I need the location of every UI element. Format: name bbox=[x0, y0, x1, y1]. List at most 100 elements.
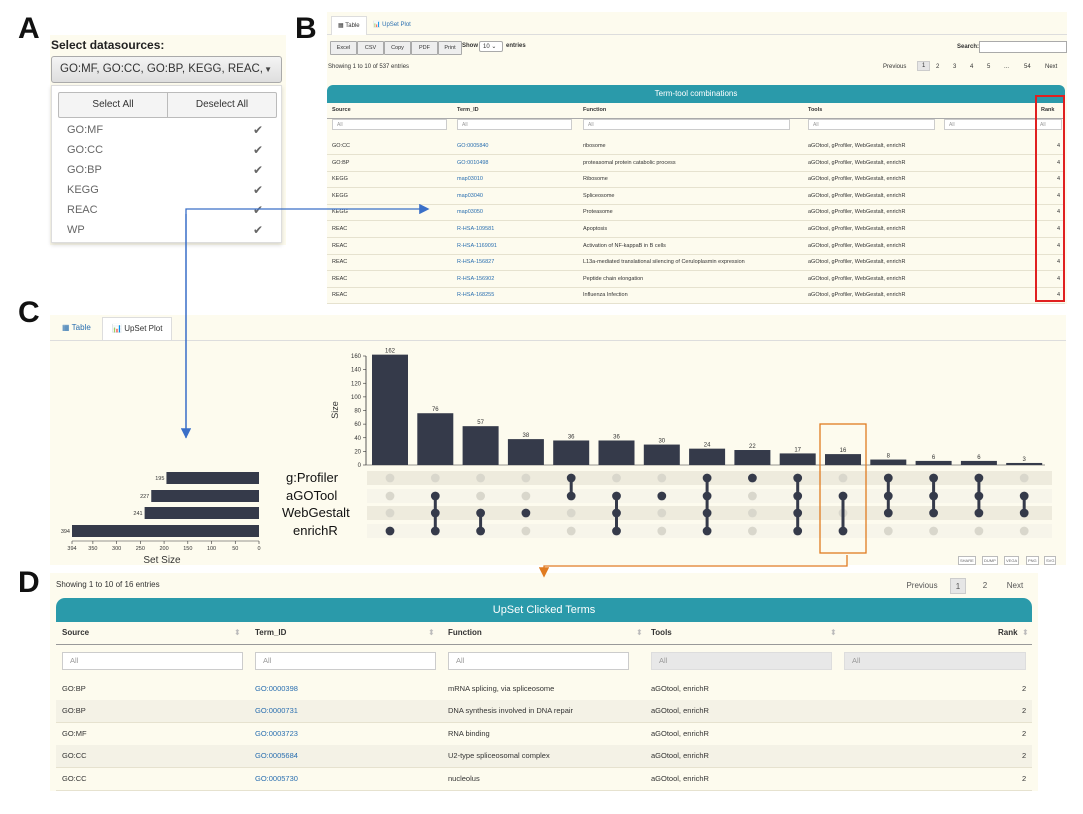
set-size-bar[interactable] bbox=[151, 490, 259, 502]
column-filter-input[interactable]: All bbox=[62, 652, 243, 670]
cell-term-id-link[interactable]: map03040 bbox=[457, 188, 483, 204]
export-print-button[interactable]: Print bbox=[438, 41, 462, 55]
sort-icon[interactable]: ⬍ bbox=[830, 622, 837, 644]
export-dump-button[interactable]: DUMP bbox=[982, 556, 998, 565]
datasource-option[interactable]: WP bbox=[67, 224, 85, 236]
cell-term-id-link[interactable]: GO:0003723 bbox=[255, 723, 298, 745]
cell-term-id-link[interactable]: GO:0005840 bbox=[457, 138, 489, 154]
page-length-select[interactable]: 10 ⌄ bbox=[479, 41, 503, 52]
matrix-dot[interactable] bbox=[521, 491, 531, 501]
intersection-bar[interactable] bbox=[734, 450, 771, 465]
matrix-dot[interactable] bbox=[521, 526, 531, 536]
matrix-dot[interactable] bbox=[657, 473, 667, 483]
pagination-item[interactable]: 2 bbox=[977, 578, 993, 594]
set-size-bar[interactable] bbox=[144, 507, 259, 519]
cell-term-id-link[interactable]: R-HSA-109581 bbox=[457, 221, 494, 237]
matrix-dot[interactable] bbox=[430, 473, 440, 483]
col-tools[interactable]: Tools bbox=[808, 103, 822, 118]
matrix-dot[interactable] bbox=[385, 508, 395, 518]
cell-term-id-link[interactable]: R-HSA-168255 bbox=[457, 287, 494, 303]
export-svg-button[interactable]: SVG bbox=[1044, 556, 1057, 565]
export-pdf-button[interactable]: PDF bbox=[411, 41, 438, 55]
intersection-bar[interactable] bbox=[372, 354, 408, 465]
pagination-item[interactable]: 3 bbox=[953, 64, 956, 70]
set-label[interactable]: enrichR bbox=[293, 523, 338, 538]
export-csv-button[interactable]: CSV bbox=[357, 41, 384, 55]
matrix-dot[interactable] bbox=[657, 526, 667, 536]
sort-icon[interactable]: ⬍ bbox=[636, 622, 643, 644]
intersection-bar[interactable] bbox=[507, 439, 544, 465]
intersection-bar[interactable] bbox=[870, 459, 907, 465]
intersection-bar[interactable] bbox=[598, 440, 635, 465]
pagination-item[interactable]: Next bbox=[1001, 578, 1029, 594]
matrix-dot[interactable] bbox=[1019, 473, 1029, 483]
intersection-bar[interactable] bbox=[417, 413, 454, 465]
datasource-option[interactable]: GO:CC bbox=[67, 144, 103, 156]
matrix-dot-active[interactable] bbox=[657, 491, 667, 501]
intersection-bar[interactable] bbox=[960, 460, 997, 465]
column-filter-input[interactable]: All bbox=[583, 119, 790, 130]
datasource-option[interactable]: GO:BP bbox=[67, 164, 102, 176]
matrix-dot[interactable] bbox=[883, 526, 893, 536]
cell-term-id-link[interactable]: GO:0005684 bbox=[255, 745, 298, 767]
search-input[interactable] bbox=[979, 41, 1067, 53]
export-copy-button[interactable]: Copy bbox=[384, 41, 411, 55]
matrix-dot[interactable] bbox=[657, 508, 667, 518]
intersection-bar[interactable] bbox=[462, 426, 499, 465]
pagination-item[interactable]: 2 bbox=[936, 64, 939, 70]
cell-term-id-link[interactable]: R-HSA-156902 bbox=[457, 271, 494, 287]
pagination-item[interactable]: Next bbox=[1045, 64, 1057, 70]
set-size-bar[interactable] bbox=[72, 525, 259, 537]
matrix-dot-active[interactable] bbox=[385, 526, 395, 536]
col-term-id[interactable]: Term_ID bbox=[457, 103, 479, 118]
export-share-button[interactable]: SHARE bbox=[958, 556, 976, 565]
pagination-item[interactable]: 54 bbox=[1024, 64, 1031, 70]
intersection-bar[interactable] bbox=[825, 454, 861, 465]
pagination-item[interactable]: Previous bbox=[900, 578, 944, 594]
pagination-item[interactable]: 1 bbox=[950, 578, 966, 594]
col-function[interactable]: Function bbox=[583, 103, 606, 118]
column-filter-input[interactable]: All bbox=[332, 119, 447, 130]
column-filter-input[interactable]: All bbox=[457, 119, 572, 130]
matrix-dot[interactable] bbox=[974, 526, 984, 536]
pagination-item[interactable]: 1 bbox=[917, 61, 931, 71]
set-size-bar[interactable] bbox=[166, 472, 259, 484]
matrix-dot[interactable] bbox=[566, 508, 576, 518]
set-label[interactable]: WebGestalt bbox=[282, 505, 350, 520]
intersection-bar[interactable] bbox=[1006, 462, 1043, 465]
sort-icon[interactable]: ⬍ bbox=[428, 622, 435, 644]
cell-term-id-link[interactable]: GO:0010498 bbox=[457, 155, 489, 171]
export-vega-button[interactable]: VEGA bbox=[1004, 556, 1020, 565]
matrix-dot[interactable] bbox=[476, 473, 485, 483]
matrix-dot[interactable] bbox=[929, 526, 938, 536]
datasource-select[interactable]: GO:MF, GO:CC, GO:BP, KEGG, REAC, WP ▼ bbox=[51, 56, 282, 100]
tab-upset-plot[interactable]: 📊 UpSet Plot bbox=[367, 16, 417, 34]
col-source[interactable]: Source bbox=[332, 103, 351, 118]
intersection-bar[interactable] bbox=[915, 460, 952, 465]
column-filter-input[interactable]: All bbox=[944, 119, 1036, 130]
datasource-option[interactable]: GO:MF bbox=[67, 124, 103, 136]
matrix-dot[interactable] bbox=[566, 526, 576, 536]
export-png-button[interactable]: PNG bbox=[1026, 556, 1039, 565]
cell-term-id-link[interactable]: map03050 bbox=[457, 204, 483, 220]
cell-term-id-link[interactable]: R-HSA-1169091 bbox=[457, 238, 497, 254]
matrix-dot[interactable] bbox=[521, 473, 531, 483]
matrix-dot-active[interactable] bbox=[521, 508, 531, 518]
set-label[interactable]: aGOTool bbox=[286, 488, 337, 503]
matrix-dot[interactable] bbox=[612, 473, 621, 483]
pagination-item[interactable]: 4 bbox=[970, 64, 973, 70]
cell-term-id-link[interactable]: GO:0000398 bbox=[255, 678, 298, 700]
sort-icon[interactable]: ⬍ bbox=[234, 622, 241, 644]
export-excel-button[interactable]: Excel bbox=[330, 41, 357, 55]
matrix-dot[interactable] bbox=[748, 491, 757, 501]
matrix-dot[interactable] bbox=[748, 526, 757, 536]
intersection-bar[interactable] bbox=[553, 440, 590, 465]
deselect-all-button[interactable]: Deselect All bbox=[167, 93, 276, 117]
matrix-dot[interactable] bbox=[748, 508, 757, 518]
matrix-dot[interactable] bbox=[385, 491, 395, 501]
intersection-bar[interactable] bbox=[643, 444, 680, 465]
cell-term-id-link[interactable]: GO:0000731 bbox=[255, 700, 298, 722]
matrix-dot[interactable] bbox=[385, 473, 395, 483]
select-all-button[interactable]: Select All bbox=[59, 93, 167, 117]
pagination-item[interactable]: 5 bbox=[987, 64, 990, 70]
